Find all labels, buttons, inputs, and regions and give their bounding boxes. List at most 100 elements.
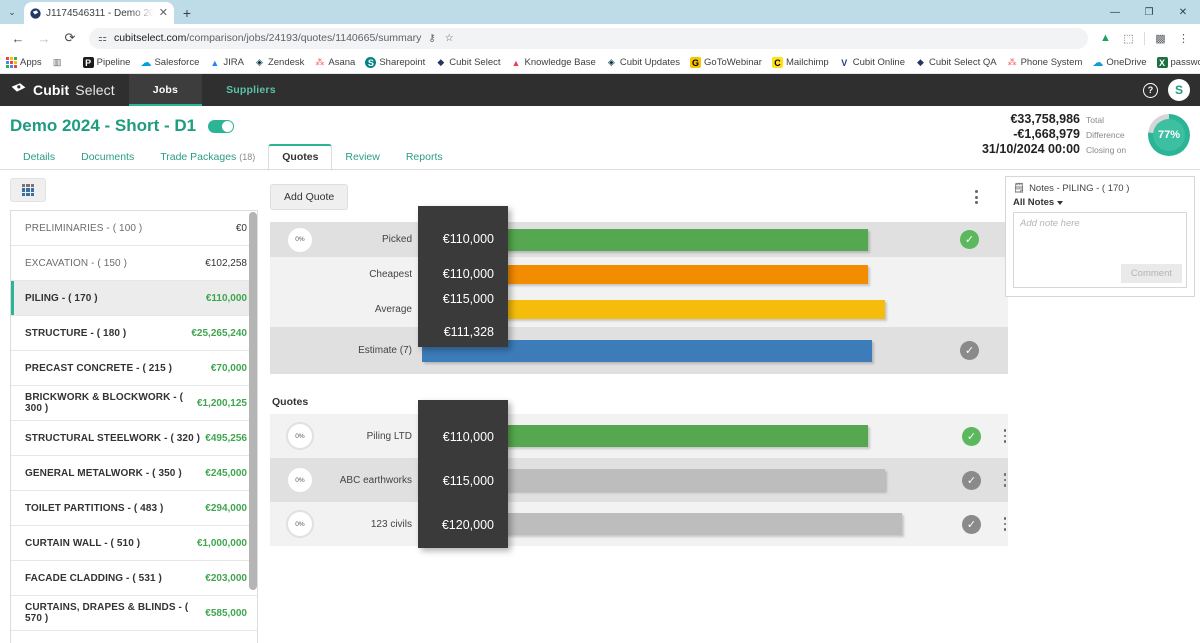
overlay-value-piling-ltd: €110,000 (442, 430, 494, 444)
tab-details[interactable]: Details (10, 145, 68, 170)
brand-logo[interactable]: Cubit Select (0, 74, 129, 106)
add-quote-button[interactable]: Add Quote (270, 184, 349, 210)
google-drive-icon[interactable]: ▲ (1098, 31, 1113, 46)
nav-tab-suppliers[interactable]: Suppliers (202, 74, 300, 106)
nav-tab-jobs[interactable]: Jobs (128, 74, 203, 106)
chrome-menu-icon[interactable]: ⋮ (1176, 31, 1191, 46)
sidebar-scrollbar-thumb[interactable] (249, 212, 257, 590)
chart-row-cheapest[interactable]: Cheapest (270, 257, 1008, 292)
list-item[interactable]: STRUCTURE - ( 180 ) €25,265,240 (11, 316, 257, 351)
new-tab-button[interactable]: + (174, 2, 200, 24)
site-settings-icon[interactable]: ⚏ (98, 33, 107, 44)
bookmark-label: Mailchimp (785, 57, 829, 68)
notes-title: Notes - PILING - ( 170 ) (1029, 183, 1130, 194)
tab-search-icon[interactable]: ⌄ (0, 0, 24, 24)
back-icon[interactable]: ← (6, 26, 30, 50)
grid-view-button[interactable] (10, 178, 46, 202)
tab-quotes[interactable]: Quotes (268, 144, 333, 171)
tab-trade-packages[interactable]: Trade Packages (18) (147, 145, 268, 170)
window-controls: — ❐ ✕ (1098, 0, 1200, 24)
close-tab-icon[interactable]: ✕ (159, 7, 168, 19)
bookmark-group[interactable]: ▥ (52, 57, 63, 68)
list-item-selected[interactable]: PILING - ( 170 ) €110,000 (11, 281, 257, 316)
chart-row-picked[interactable]: 0% Picked ✓ (270, 222, 1008, 257)
bookmark-passwords-xlsx[interactable]: Xpasswords.xlsx (1156, 57, 1200, 68)
bookmark-cubit-select[interactable]: ◆ Cubit Select (435, 57, 500, 68)
chart-row-estimate[interactable]: Estimate (7) ✓ (270, 327, 1008, 374)
quote-row-123-civils[interactable]: 0% 123 civils ✓ (270, 502, 1008, 546)
quote-options-kebab-icon[interactable] (998, 517, 1012, 531)
bookmark-label: OneDrive (1106, 57, 1147, 68)
address-bar[interactable]: ⚏ cubitselect.com/comparison/jobs/24193/… (89, 27, 1088, 49)
list-item[interactable]: FACADE CLADDING - ( 531 ) €203,000 (11, 561, 257, 596)
summary-difference-value: -€1,668,979 (1013, 127, 1080, 141)
estimate-selected-check-icon[interactable]: ✓ (960, 341, 979, 360)
quote-select-check-icon[interactable]: ✓ (962, 470, 981, 490)
list-item[interactable]: EXCAVATION - ( 150 ) €102,258 (11, 246, 257, 281)
notes-filter[interactable]: All Notes (1013, 197, 1187, 208)
list-item[interactable]: BRICKWORK & BLOCKWORK - ( 300 ) €1,200,12… (11, 386, 257, 421)
screencast-icon[interactable]: ▩ (1153, 31, 1168, 46)
bookmark-asana[interactable]: ⁂ Asana (314, 57, 355, 68)
bookmark-pipeline[interactable]: P Pipeline (82, 57, 130, 68)
trade-name: GENERAL METALWORK - ( 350 ) (25, 467, 182, 479)
bookmark-mailchimp[interactable]: C Mailchimp (771, 57, 829, 68)
list-item[interactable]: CURTAIN WALL - ( 510 ) €1,000,000 (11, 526, 257, 561)
bookmark-cubit-online[interactable]: V Cubit Online (839, 57, 905, 68)
bookmark-gotowebinar[interactable]: G GoToWebinar (690, 57, 762, 68)
help-icon[interactable]: ? (1143, 82, 1158, 98)
overlay-value-cheapest: €110,000 (442, 267, 494, 281)
password-key-icon[interactable]: ⚷ (428, 33, 435, 44)
reload-icon[interactable]: ⟳ (58, 26, 82, 50)
quote-select-check-icon[interactable]: ✓ (962, 514, 981, 534)
chart-row-average[interactable]: Average (270, 292, 1008, 327)
panel-options-kebab-icon[interactable] (968, 184, 984, 204)
browser-tab[interactable]: J1174546311 - Demo 2024 - Sh ✕ (24, 2, 174, 24)
avatar[interactable]: S (1168, 79, 1190, 101)
close-window-button[interactable]: ✕ (1166, 0, 1200, 24)
bookmark-salesforce[interactable]: ☁ Salesforce (140, 57, 199, 69)
page-title: Demo 2024 - Short - D1 (10, 116, 197, 135)
note-input-wrapper[interactable]: Add note here Comment (1013, 212, 1187, 288)
bookmark-star-icon[interactable]: ☆ (445, 33, 454, 44)
comment-button[interactable]: Comment (1120, 264, 1182, 283)
picked-selected-check-icon[interactable]: ✓ (960, 230, 979, 249)
list-item[interactable]: CURTAINS, DRAPES & BLINDS - ( 570 ) €585,… (11, 596, 257, 631)
tab-documents[interactable]: Documents (68, 145, 147, 170)
app-navbar: Cubit Select Jobs Suppliers ? S (0, 74, 1200, 106)
bookmark-apps[interactable]: Apps (5, 56, 42, 69)
maximize-button[interactable]: ❐ (1132, 0, 1166, 24)
tab-review[interactable]: Review (332, 145, 392, 170)
list-item[interactable]: STRUCTURAL STEELWORK - ( 320 ) €495,256 (11, 421, 257, 456)
bookmark-onedrive[interactable]: ☁ OneDrive (1092, 57, 1147, 69)
quote-row-piling-ltd[interactable]: 0% Piling LTD ✓ (270, 414, 1008, 458)
zendesk-icon: ◈ (255, 57, 263, 67)
bookmark-zendesk[interactable]: ◈ Zendesk (254, 57, 304, 68)
brand-light: Select (75, 82, 115, 98)
bookmark-knowledge-base[interactable]: ▲ Knowledge Base (511, 57, 596, 68)
extensions-puzzle-icon[interactable]: ⬚ (1121, 31, 1136, 46)
quote-row-abc-earthworks[interactable]: 0% ABC earthworks ✓ (270, 458, 1008, 502)
bookmark-sharepoint[interactable]: S Sharepoint (365, 57, 425, 68)
trade-amount: €245,000 (205, 467, 247, 479)
quote-options-kebab-icon[interactable] (998, 473, 1012, 487)
minimize-button[interactable]: — (1098, 0, 1132, 24)
notes-filter-label: All Notes (1013, 197, 1055, 208)
list-item[interactable]: PRECAST CONCRETE - ( 215 ) €70,000 (11, 351, 257, 386)
list-item[interactable]: PRELIMINARIES - ( 100 ) €0 (11, 211, 257, 246)
bookmark-cubit-updates[interactable]: ◈ Cubit Updates (606, 57, 680, 68)
brand-bold: Cubit (33, 82, 70, 98)
bookmark-cubit-select-qa[interactable]: ◆ Cubit Select QA (915, 57, 997, 68)
quote-percent-badge: 0% (286, 466, 314, 494)
quote-percent-badge: 0% (286, 510, 314, 538)
quote-options-kebab-icon[interactable] (998, 429, 1012, 443)
list-item[interactable]: TOILET PARTITIONS - ( 483 ) €294,000 (11, 491, 257, 526)
bookmark-phone-system[interactable]: ⁂ Phone System (1007, 57, 1083, 68)
tab-reports[interactable]: Reports (393, 145, 456, 170)
summary-total-value: €33,758,986 (1010, 112, 1080, 126)
bookmark-jira[interactable]: ▲ JIRA (209, 57, 244, 68)
job-active-toggle[interactable] (208, 119, 235, 133)
list-item[interactable]: GENERAL METALWORK - ( 350 ) €245,000 (11, 456, 257, 491)
forward-icon[interactable]: → (32, 26, 56, 50)
quote-selected-check-icon[interactable]: ✓ (962, 426, 981, 446)
